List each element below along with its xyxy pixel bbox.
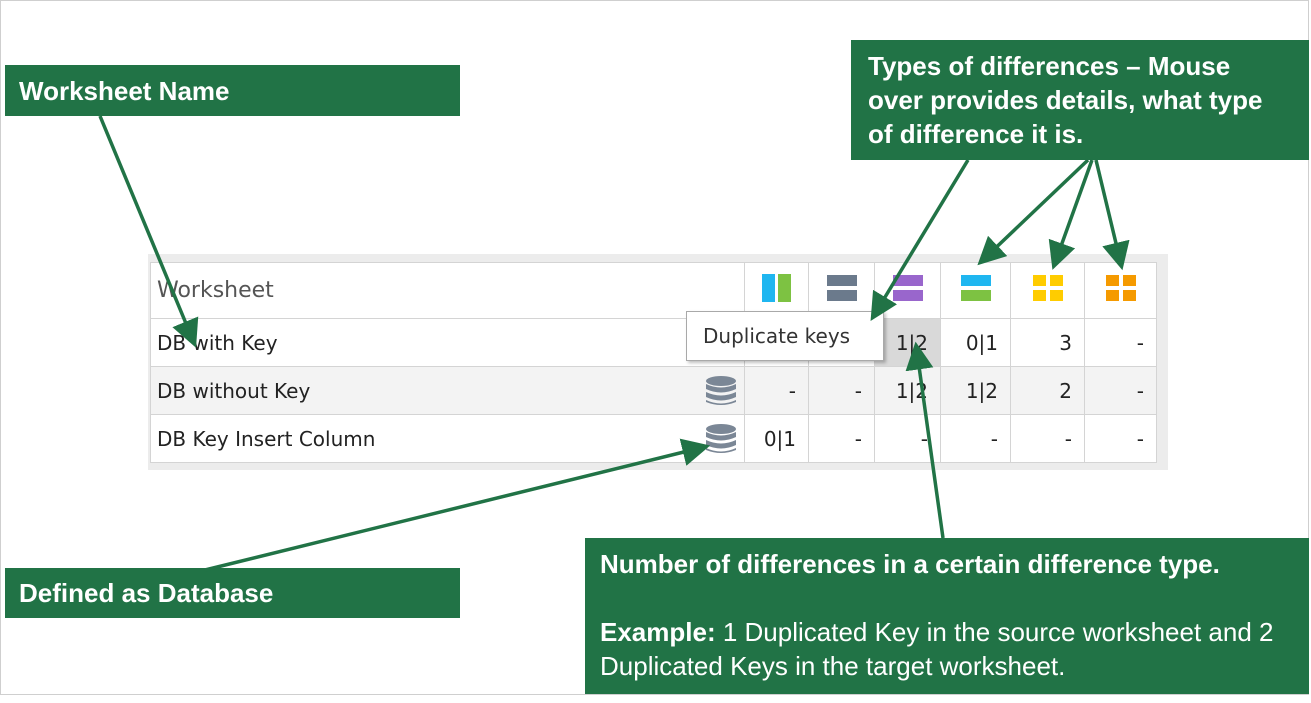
annotation-arrows bbox=[98, 115, 1130, 572]
arrow-cell-orange bbox=[1094, 159, 1130, 271]
arrow-duplicate-keys bbox=[870, 159, 970, 321]
arrow-database bbox=[204, 438, 711, 572]
arrow-worksheet-name bbox=[98, 115, 199, 348]
arrow-number bbox=[905, 341, 945, 539]
